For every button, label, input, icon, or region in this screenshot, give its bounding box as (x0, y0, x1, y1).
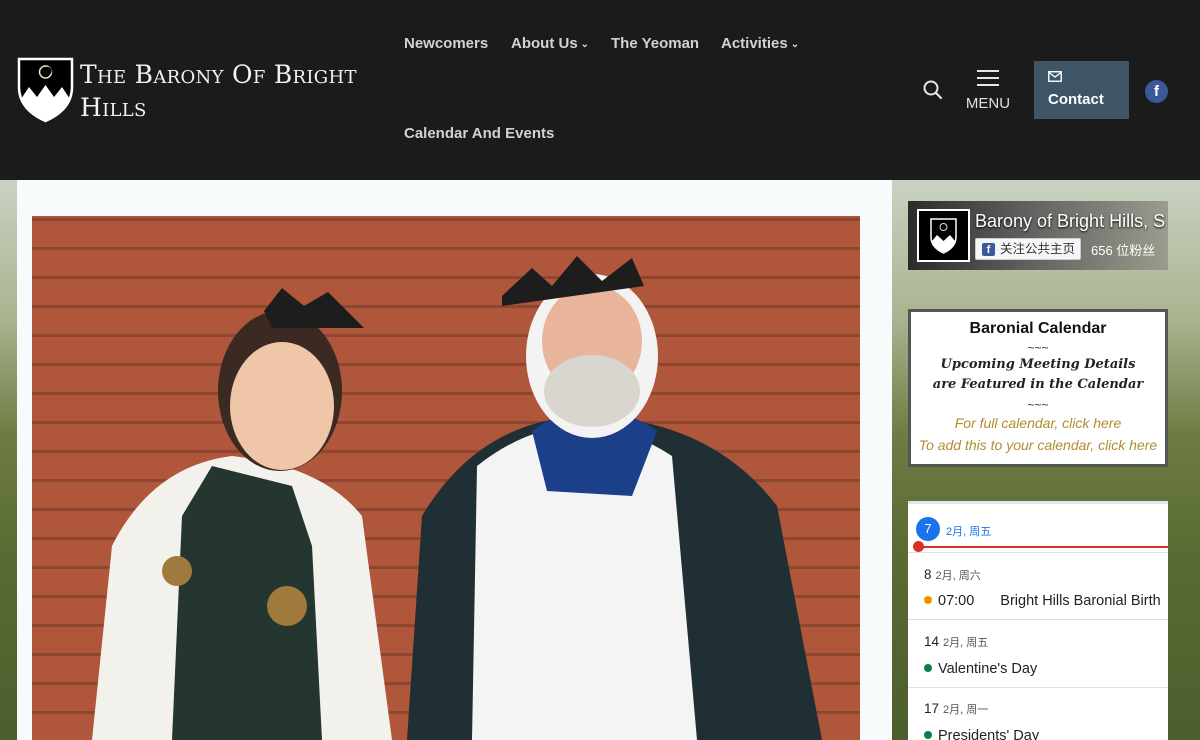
barony-shield-logo[interactable] (17, 57, 74, 123)
agenda-day-date: 17 2月, 周一 (924, 701, 989, 716)
site-title[interactable]: The Barony Of Bright Hills (80, 58, 370, 124)
hero-photo-illustration (92, 256, 822, 740)
meeting-note-line-1: Upcoming Meeting Details (940, 357, 1136, 372)
fan-count: 656 位粉丝 (1091, 243, 1156, 258)
facebook-page-widget[interactable]: Barony of Bright Hills, S f 关注公共主页 656 位粉… (908, 201, 1168, 270)
agenda-day-date: 14 2月, 周五 (924, 634, 989, 649)
nav-item-the-yeoman[interactable]: The Yeoman (611, 35, 699, 52)
today-date-label: 2月, 周五 (946, 526, 992, 538)
separator: ~~~ (1027, 398, 1049, 412)
page-avatar (917, 209, 970, 262)
follow-label: 关注公共主页 (1000, 242, 1076, 256)
current-time-line (918, 546, 1168, 548)
calendar-agenda: 7 2月, 周五 8 2月, 周六 07:00 Bright Hills Baron… (908, 501, 1168, 740)
full-calendar-link[interactable]: For full calendar, click here (911, 412, 1165, 434)
event-title: Bright Hills Baronial Birth (1000, 593, 1161, 609)
follow-page-button[interactable]: f 关注公共主页 (975, 238, 1082, 260)
event-title: Valentine's Day (938, 661, 1038, 677)
agenda-day-row: 14 2月, 周五 Valentine's Day (908, 621, 1168, 688)
agenda-day-row: 17 2月, 周一 Presidents' Day (908, 689, 1168, 740)
add-calendar-link[interactable]: To add this to your calendar, click here (911, 434, 1165, 456)
main-nav: Newcomers About Us ⌄ The Yeoman Activitie… (404, 30, 824, 150)
calendar-widget-title: Baronial Calendar (969, 320, 1107, 337)
menu-button[interactable]: MENU (960, 68, 1016, 114)
agenda-day-date: 8 2月, 周六 (924, 567, 981, 582)
nav-item-activities[interactable]: Activities ⌄ (721, 35, 799, 52)
facebook-page-name[interactable]: Barony of Bright Hills, S (975, 211, 1165, 232)
nav-item-newcomers[interactable]: Newcomers (404, 35, 488, 52)
today-date-badge: 7 (916, 517, 940, 541)
chevron-down-icon: ⌄ (580, 39, 590, 50)
nav-item-about-us[interactable]: About Us ⌄ (511, 35, 589, 52)
site-header: The Barony Of Bright Hills Newcomers Abo… (0, 0, 1200, 180)
menu-label: MENU (965, 95, 1011, 112)
agenda-today-row[interactable]: 7 2月, 周五 (908, 504, 1168, 553)
baronial-calendar-widget: Baronial Calendar ~~~ Upcoming Meeting D… (908, 309, 1168, 467)
event-color-dot (924, 664, 932, 672)
meeting-note-line-2: are Featured in the Calendar (932, 377, 1144, 392)
event-time: 07:00 (938, 593, 975, 609)
search-icon[interactable] (921, 78, 945, 102)
hamburger-icon (977, 70, 999, 86)
envelope-icon (1048, 71, 1062, 82)
event-title: Presidents' Day (938, 728, 1040, 740)
nav-item-calendar-and-events[interactable]: Calendar And Events (404, 125, 554, 142)
hero-photo (32, 216, 860, 740)
agenda-event[interactable]: 07:00 Bright Hills Baronial Birth (924, 593, 1161, 609)
agenda-day-row: 8 2月, 周六 07:00 Bright Hills Baronial Birth (908, 554, 1168, 620)
contact-button[interactable]: Contact (1034, 61, 1129, 119)
current-time-dot (913, 541, 924, 552)
chevron-down-icon: ⌄ (790, 39, 800, 50)
contact-label: Contact (1048, 91, 1104, 108)
facebook-icon: f (982, 243, 995, 256)
agenda-event[interactable]: Presidents' Day (924, 728, 1039, 740)
separator: ~~~ (1027, 341, 1049, 355)
event-color-dot (924, 596, 932, 604)
agenda-event[interactable]: Valentine's Day (924, 661, 1037, 677)
event-color-dot (924, 731, 932, 739)
facebook-icon[interactable]: f (1145, 80, 1168, 103)
